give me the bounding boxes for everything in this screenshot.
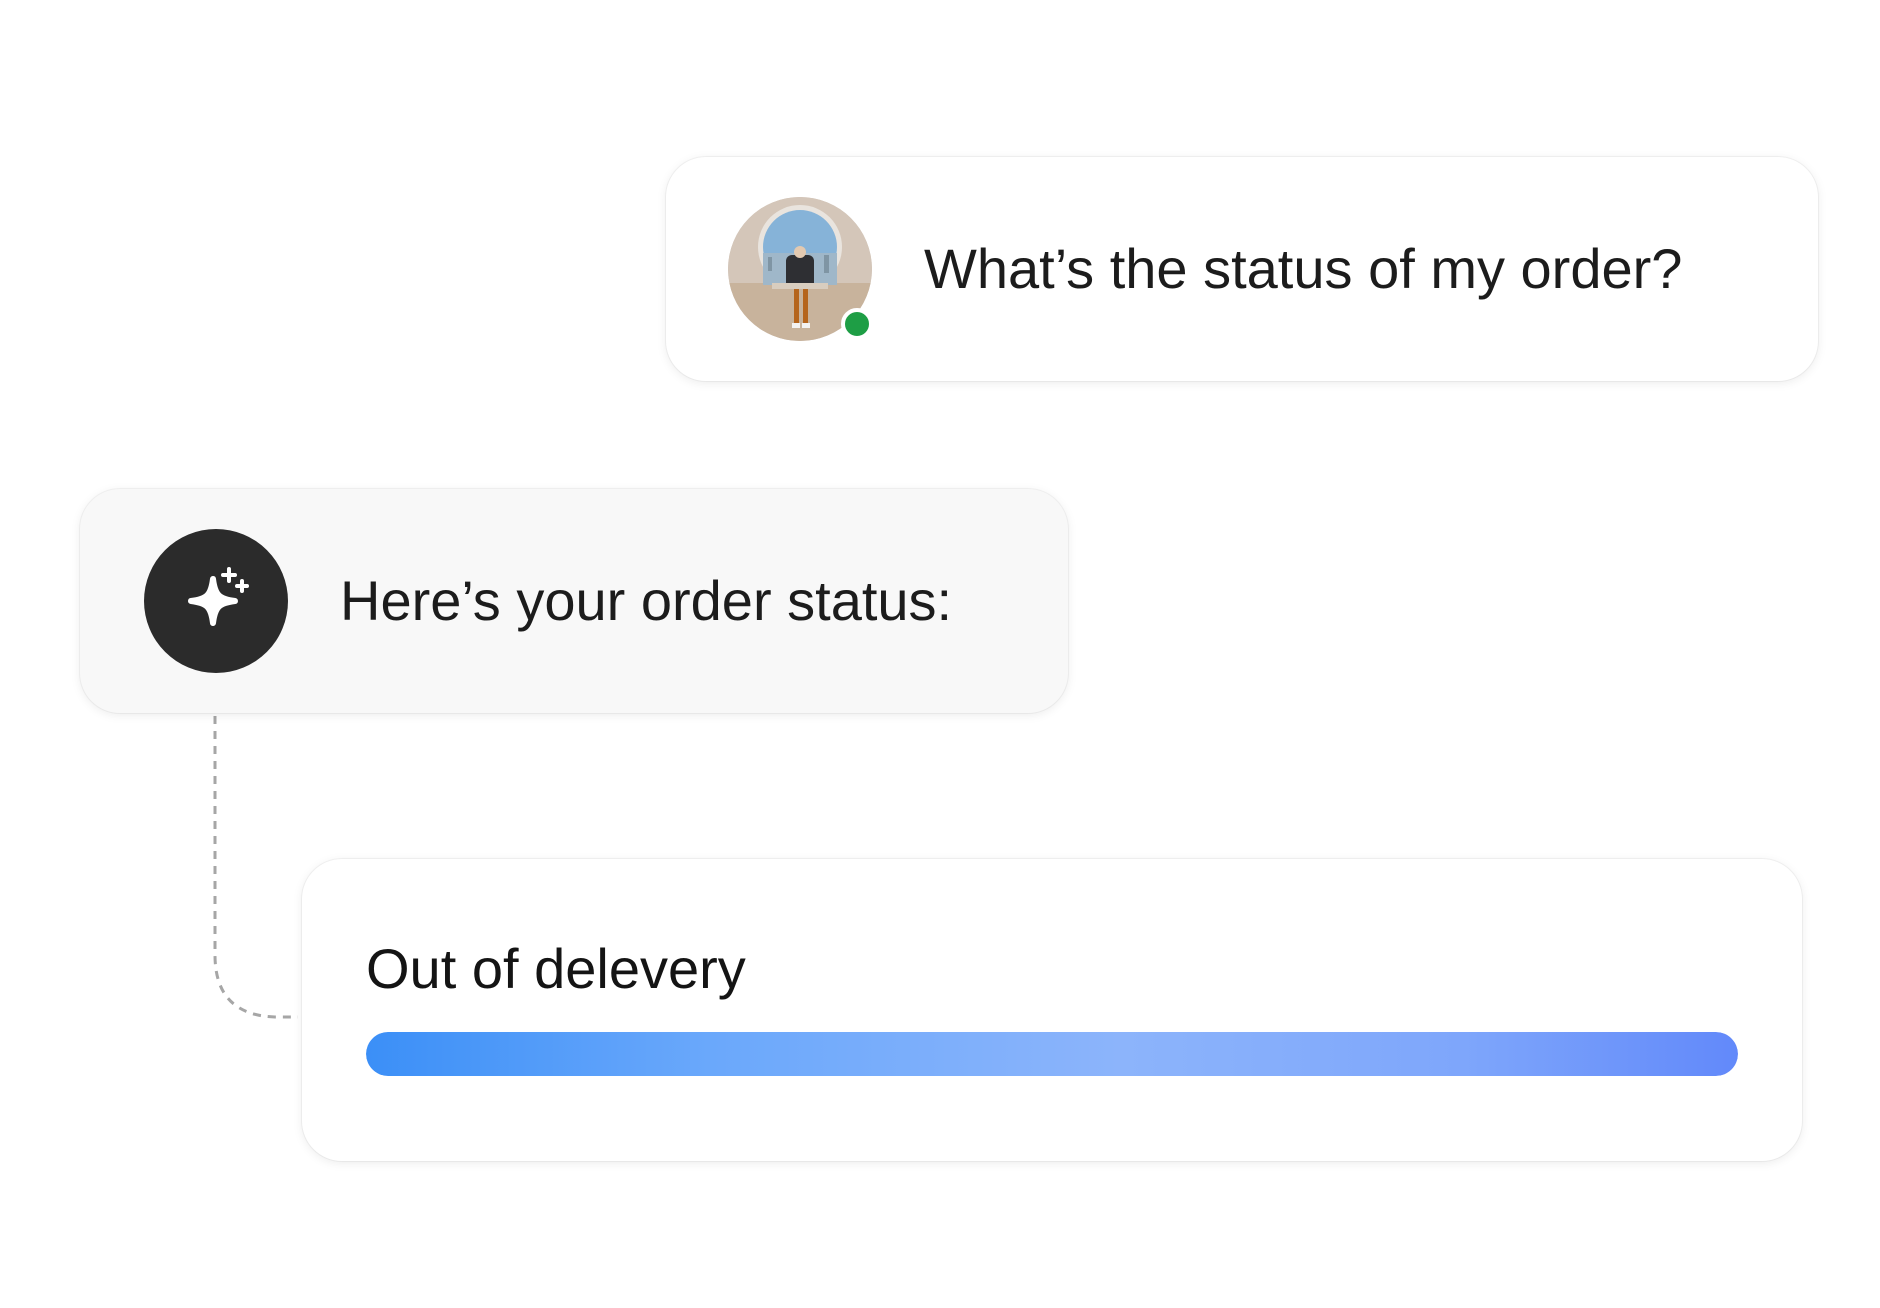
user-message-bubble: What’s the status of my order? bbox=[666, 157, 1818, 381]
assistant-message-text: Here’s your order status: bbox=[340, 569, 953, 632]
user-avatar[interactable] bbox=[728, 197, 873, 341]
order-progress-fill bbox=[366, 1032, 1738, 1076]
chat-illustration: What’s the status of my order? Here’s yo… bbox=[0, 0, 1880, 1308]
order-status-label: Out of delevery bbox=[366, 937, 746, 1000]
order-status-card: Out of delevery bbox=[302, 859, 1802, 1161]
sparkles-icon bbox=[188, 567, 249, 626]
order-progress-bar bbox=[366, 1032, 1738, 1076]
assistant-message-bubble: Here’s your order status: bbox=[80, 489, 1068, 713]
online-status-indicator bbox=[841, 308, 873, 340]
assistant-avatar bbox=[144, 529, 288, 673]
user-message-text: What’s the status of my order? bbox=[924, 237, 1683, 300]
